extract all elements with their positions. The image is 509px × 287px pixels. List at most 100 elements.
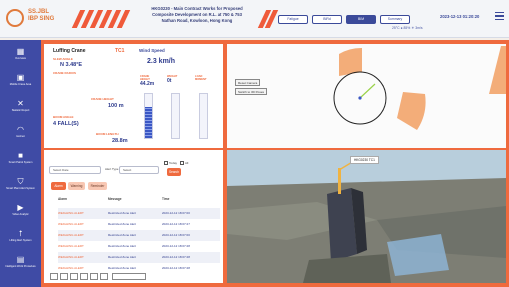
crane-tag-label: HKG0230 TC1 [350,156,379,164]
sidebar-item-lifting-alert[interactable]: ⭡ Lifting Alert System [0,226,41,250]
crane-heading: Luffing Crane [53,48,86,54]
boom-length-label: BOOM LENGTH [96,132,119,136]
tab-reminder[interactable]: Reminder [88,182,107,190]
cell-time: 2023-12-12 18:07:00 [162,211,190,215]
3d-city-scene [227,150,506,283]
gauge-fill [145,107,152,138]
main-content: Luffing Crane TC1 SLEW ANGLE N 3.48°E CR… [41,40,509,287]
patrol-icon: ■ [18,151,23,160]
sidebar-item-smart-patrol[interactable]: ■ Smart Patrol System [0,148,41,172]
current-datetime: 2023-12-13 01:20:20 [440,14,480,19]
cell-time: 2023-12-12 18:07:28 [162,255,190,259]
app-frame: SS.JBL IBP SING HKG0230 - Main Contract … [0,0,509,287]
lift-icon: ⭡ [18,229,23,238]
hamburger-menu-icon[interactable] [495,12,504,21]
table-row[interactable]: WEIGHING ALERT Restricted Zone Alert 2023-… [58,241,220,252]
table-row[interactable]: WEIGHING ALERT Restricted Zone Alert 2023-… [58,219,220,230]
slew-angle-label: SLEW ANGLE [53,57,73,61]
sidebar: ▦ Overview ▣ Mobile Crane Area ✕ Statist… [0,40,41,287]
cell-alarm: WEIGHING ALERT [58,211,84,215]
gauge-weight: WEIGHT 0t [167,75,186,141]
pager-last[interactable] [100,273,108,280]
cell-message: Restricted Zone Alert [108,211,137,215]
alert-type-select[interactable]: Select [119,166,159,174]
crane-radius-label: CRANE RADIUS [53,71,77,75]
crane-top-view[interactable]: Reset Camera Switch to 3D Poses [227,44,506,148]
decorative-stripes [71,10,134,28]
cell-alarm: WEIGHING ALERT [58,222,84,226]
dashboard-icon: ▦ [16,47,25,56]
wind-speed-value: 2.3 km/h [147,58,176,65]
tools-icon: ✕ [17,99,24,108]
table-row[interactable]: WEIGHING ALERT Restricted Zone Alert 2023-… [58,252,220,263]
gauge-bar [199,93,208,139]
table-row[interactable]: WEIGHING ALERT Restricted Zone Alert 2023-… [58,208,220,219]
pager-first[interactable] [50,273,58,280]
crane-info-panel: Luffing Crane TC1 SLEW ANGLE N 3.48°E CR… [44,44,135,148]
helmet-icon: ◠ [17,125,24,134]
boom-line [359,83,376,99]
cell-alarm: WEIGHING ALERT [58,244,84,248]
date-select[interactable]: Select Date [49,166,101,174]
all-checkbox[interactable]: All [180,161,188,166]
nav-button-fatigue[interactable]: Fatigue [278,15,308,24]
crane-center-dot [358,96,362,100]
cell-message: Restricted Zone Alert [108,255,137,259]
chat-icon: ▤ [16,255,25,264]
gauge-crane-height: CRANE HEIGHT 44.2m [140,75,159,141]
weather-readout: 25°C ● 85% ☀ 3m/s [392,26,423,30]
crane-area-icon: ▣ [16,73,25,82]
tab-warning[interactable]: Warning [68,182,85,190]
tab-alarm[interactable]: Alarm [51,182,66,190]
cell-time: 2023-12-12 18:07:00 [162,233,190,237]
gauge-load-moment: LOAD MOMENT [195,75,214,141]
top-header: SS.JBL IBP SING HKG0230 - Main Contract … [0,0,509,38]
sidebar-item-plant-alert[interactable]: ⛉ Smart Plant Alert System [0,174,41,198]
restricted-sector-edge [489,46,506,94]
company-logo: SS.JBL IBP SING [6,5,70,33]
alert-type-label: Alert Type [105,167,119,171]
sidebar-item-overview[interactable]: ▦ Overview [0,44,41,68]
cell-alarm: WEIGHING ALERT [58,233,84,237]
pager-prev[interactable] [60,273,68,280]
boom-angle-label: BOOM ANGLE [53,115,74,119]
nav-button-bird[interactable]: BIRd [312,15,342,24]
crane-height-label: CRANE HEIGHT [91,97,114,101]
table-row[interactable]: WEIGHING ALERT Restricted Zone Alert 2023-… [58,230,220,241]
logo-text: SS.JBL IBP SING [28,9,55,22]
sidebar-item-work-procedure[interactable]: ▤ Intelligent Work Procedure [0,252,41,276]
slew-radius-diagram [333,46,506,130]
gauge-bar [144,93,153,139]
today-checkbox[interactable]: Today [164,161,177,166]
alarm-panel: Select Date Alert Type Select Today All … [44,150,223,283]
cell-message: Restricted Zone Alert [108,222,137,226]
search-button[interactable]: Search [167,168,181,176]
camera-icon: ▶ [17,203,24,212]
pager-page-1[interactable] [70,273,78,280]
pager-next[interactable] [90,273,98,280]
cell-time: 2023-12-12 18:07:28 [162,244,190,248]
pager-size-select[interactable] [112,273,146,280]
crane-mast [338,168,341,194]
sidebar-item-crane-area[interactable]: ▣ Mobile Crane Area [0,70,41,94]
sidebar-item-helmet[interactable]: ◠ Helmet [0,122,41,146]
decorative-stripes-right [257,10,279,28]
cell-alarm: WEIGHING ALERT [58,255,84,259]
pager-page-2[interactable] [80,273,88,280]
crane-height-value: 100 m [108,103,124,109]
nav-button-bim[interactable]: BIM [346,15,376,24]
3d-site-view[interactable]: HKG0230 TC1 [227,150,506,283]
wind-speed-title: Wind Speed [139,48,165,53]
restricted-sector-right [397,92,426,130]
gauge-bar [171,93,180,139]
sidebar-item-statistic-report[interactable]: ✕ Statistic Report [0,96,41,120]
cell-message: Restricted Zone Alert [108,244,137,248]
table-header: Alarm Message Time [58,197,170,201]
slew-angle-value: N 3.48°E [60,62,83,68]
nav-button-summary[interactable]: Summary [380,15,410,24]
boom-length-value: 28.8m [112,138,128,144]
boom-angle-value: 4 FALL(S) [53,121,79,127]
sidebar-item-video-analytic[interactable]: ▶ Video Analytic [0,200,41,224]
project-title: HKG0230 - Main Contract Works for Propos… [151,6,243,23]
crane-id: TC1 [115,48,125,54]
